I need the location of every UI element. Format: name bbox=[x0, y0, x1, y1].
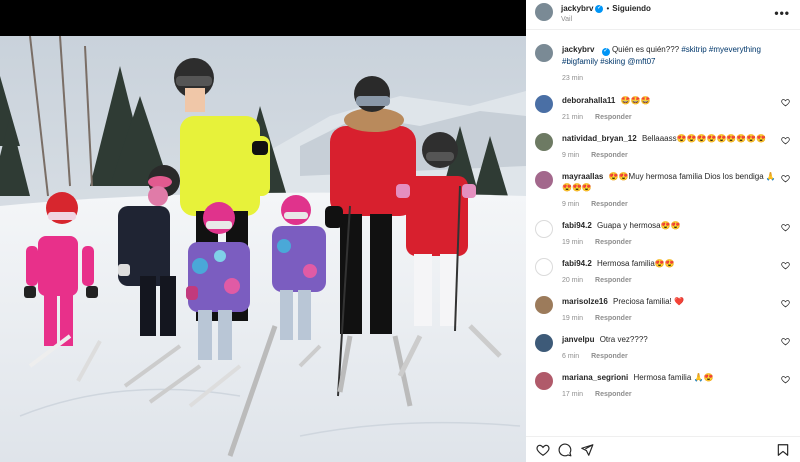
comment-text: Bellaaass😍😍😍😍😍😍😍😍😍 bbox=[641, 133, 767, 143]
comment-time: 9 min bbox=[562, 151, 580, 159]
comment-time: 21 min bbox=[562, 113, 584, 121]
caption-text: Quién es quién??? bbox=[611, 45, 682, 54]
caption-time: 23 min bbox=[562, 74, 584, 82]
comment-avatar[interactable] bbox=[535, 170, 553, 189]
comment-text: Guapa y hermosa😍😍 bbox=[597, 220, 681, 230]
post-sidebar: jackybrv ✓ • Siguiendo Vail ••• jackybrv… bbox=[526, 0, 800, 462]
comment-like-heart-icon[interactable] bbox=[781, 337, 790, 346]
reply-button[interactable]: Responder bbox=[595, 389, 632, 400]
comment-item: marisolze16 Preciosa familia! ❤️ 19 min R… bbox=[535, 295, 790, 324]
caption-author-username[interactable]: jackybrv bbox=[562, 45, 594, 54]
share-icon[interactable] bbox=[580, 443, 594, 457]
comment-time: 20 min bbox=[562, 276, 584, 284]
comment-username[interactable]: janvelpu bbox=[562, 335, 594, 344]
post-photo[interactable] bbox=[0, 36, 526, 462]
comment-avatar[interactable] bbox=[535, 219, 553, 238]
caption-author-avatar[interactable] bbox=[535, 44, 553, 62]
post-header: jackybrv ✓ • Siguiendo Vail ••• bbox=[526, 0, 800, 30]
ski-family-photo bbox=[0, 36, 526, 462]
comment-text: Preciosa familia! ❤️ bbox=[613, 296, 684, 306]
comment-item: janvelpu Otra vez???? 6 min Responder bbox=[535, 333, 790, 362]
comment-time: 6 min bbox=[562, 352, 580, 360]
reply-button[interactable]: Responder bbox=[595, 313, 632, 324]
comment-avatar[interactable] bbox=[535, 371, 553, 390]
comment-item: fabi94.2 Hermosa familia😍😍 20 min Respond… bbox=[535, 257, 790, 286]
comment-item: mariana_segrioni Hermosa familia 🙏😍 17 m… bbox=[535, 371, 790, 400]
author-username[interactable]: jackybrv bbox=[561, 3, 593, 14]
comment-username[interactable]: natividad_bryan_12 bbox=[562, 134, 637, 143]
comment-username[interactable]: fabi94.2 bbox=[562, 221, 592, 230]
post-caption: jackybrv ✓ Quién es quién??? #skitrip #m… bbox=[535, 44, 790, 84]
comment-like-heart-icon[interactable] bbox=[781, 98, 790, 107]
separator-dot: • bbox=[606, 4, 610, 13]
reply-button[interactable]: Responder bbox=[595, 275, 632, 286]
comment-text: Hermosa familia 🙏😍 bbox=[633, 372, 714, 382]
comment-like-heart-icon[interactable] bbox=[781, 375, 790, 384]
comment-like-heart-icon[interactable] bbox=[781, 261, 790, 270]
reply-button[interactable]: Responder bbox=[591, 351, 628, 362]
comment-item: fabi94.2 Guapa y hermosa😍😍 19 min Respond… bbox=[535, 219, 790, 248]
comment-time: 9 min bbox=[562, 200, 580, 208]
comments-list[interactable]: jackybrv ✓ Quién es quién??? #skitrip #m… bbox=[526, 36, 800, 432]
reply-button[interactable]: Responder bbox=[595, 237, 632, 248]
reply-button[interactable]: Responder bbox=[591, 150, 628, 161]
comment-avatar[interactable] bbox=[535, 257, 553, 276]
comment-item: natividad_bryan_12 Bellaaass😍😍😍😍😍😍😍😍😍 9 … bbox=[535, 132, 790, 161]
following-button[interactable]: Siguiendo bbox=[612, 3, 651, 14]
comment-text: Otra vez???? bbox=[599, 334, 648, 344]
verified-badge-icon: ✓ bbox=[595, 4, 604, 13]
comment-item: mayraallas 😍😍Muy hermosa familia Dios lo… bbox=[535, 170, 790, 210]
comment-item: deborahalla11 🤩🤩🤩 21 min Responder bbox=[535, 94, 790, 123]
comment-avatar[interactable] bbox=[535, 132, 553, 151]
comment-time: 19 min bbox=[562, 238, 584, 246]
comment-username[interactable]: mariana_segrioni bbox=[562, 373, 628, 382]
comment-like-heart-icon[interactable] bbox=[781, 223, 790, 232]
reply-button[interactable]: Responder bbox=[591, 199, 628, 210]
author-avatar[interactable] bbox=[535, 3, 553, 21]
comment-username[interactable]: marisolze16 bbox=[562, 297, 608, 306]
comment-avatar[interactable] bbox=[535, 295, 553, 314]
comment-time: 19 min bbox=[562, 314, 584, 322]
comment-like-heart-icon[interactable] bbox=[781, 136, 790, 145]
comment-icon[interactable] bbox=[558, 443, 572, 457]
post-media-area bbox=[0, 0, 526, 462]
comment-like-heart-icon[interactable] bbox=[781, 299, 790, 308]
comment-avatar[interactable] bbox=[535, 94, 553, 113]
post-location[interactable]: Vail bbox=[561, 14, 651, 25]
post-action-bar bbox=[526, 436, 800, 462]
verified-badge-icon: ✓ bbox=[601, 47, 610, 56]
comment-like-heart-icon[interactable] bbox=[781, 174, 790, 183]
comment-time: 17 min bbox=[562, 390, 584, 398]
heart-icon[interactable] bbox=[536, 443, 550, 457]
bookmark-icon[interactable] bbox=[776, 443, 790, 457]
comment-username[interactable]: fabi94.2 bbox=[562, 259, 592, 268]
reply-button[interactable]: Responder bbox=[595, 112, 632, 123]
more-options-icon[interactable]: ••• bbox=[774, 6, 790, 20]
comment-text: 🤩🤩🤩 bbox=[620, 95, 651, 105]
comment-username[interactable]: deborahalla11 bbox=[562, 96, 615, 105]
comment-text: Hermosa familia😍😍 bbox=[597, 258, 675, 268]
comment-avatar[interactable] bbox=[535, 333, 553, 352]
comment-username[interactable]: mayraallas bbox=[562, 172, 603, 181]
